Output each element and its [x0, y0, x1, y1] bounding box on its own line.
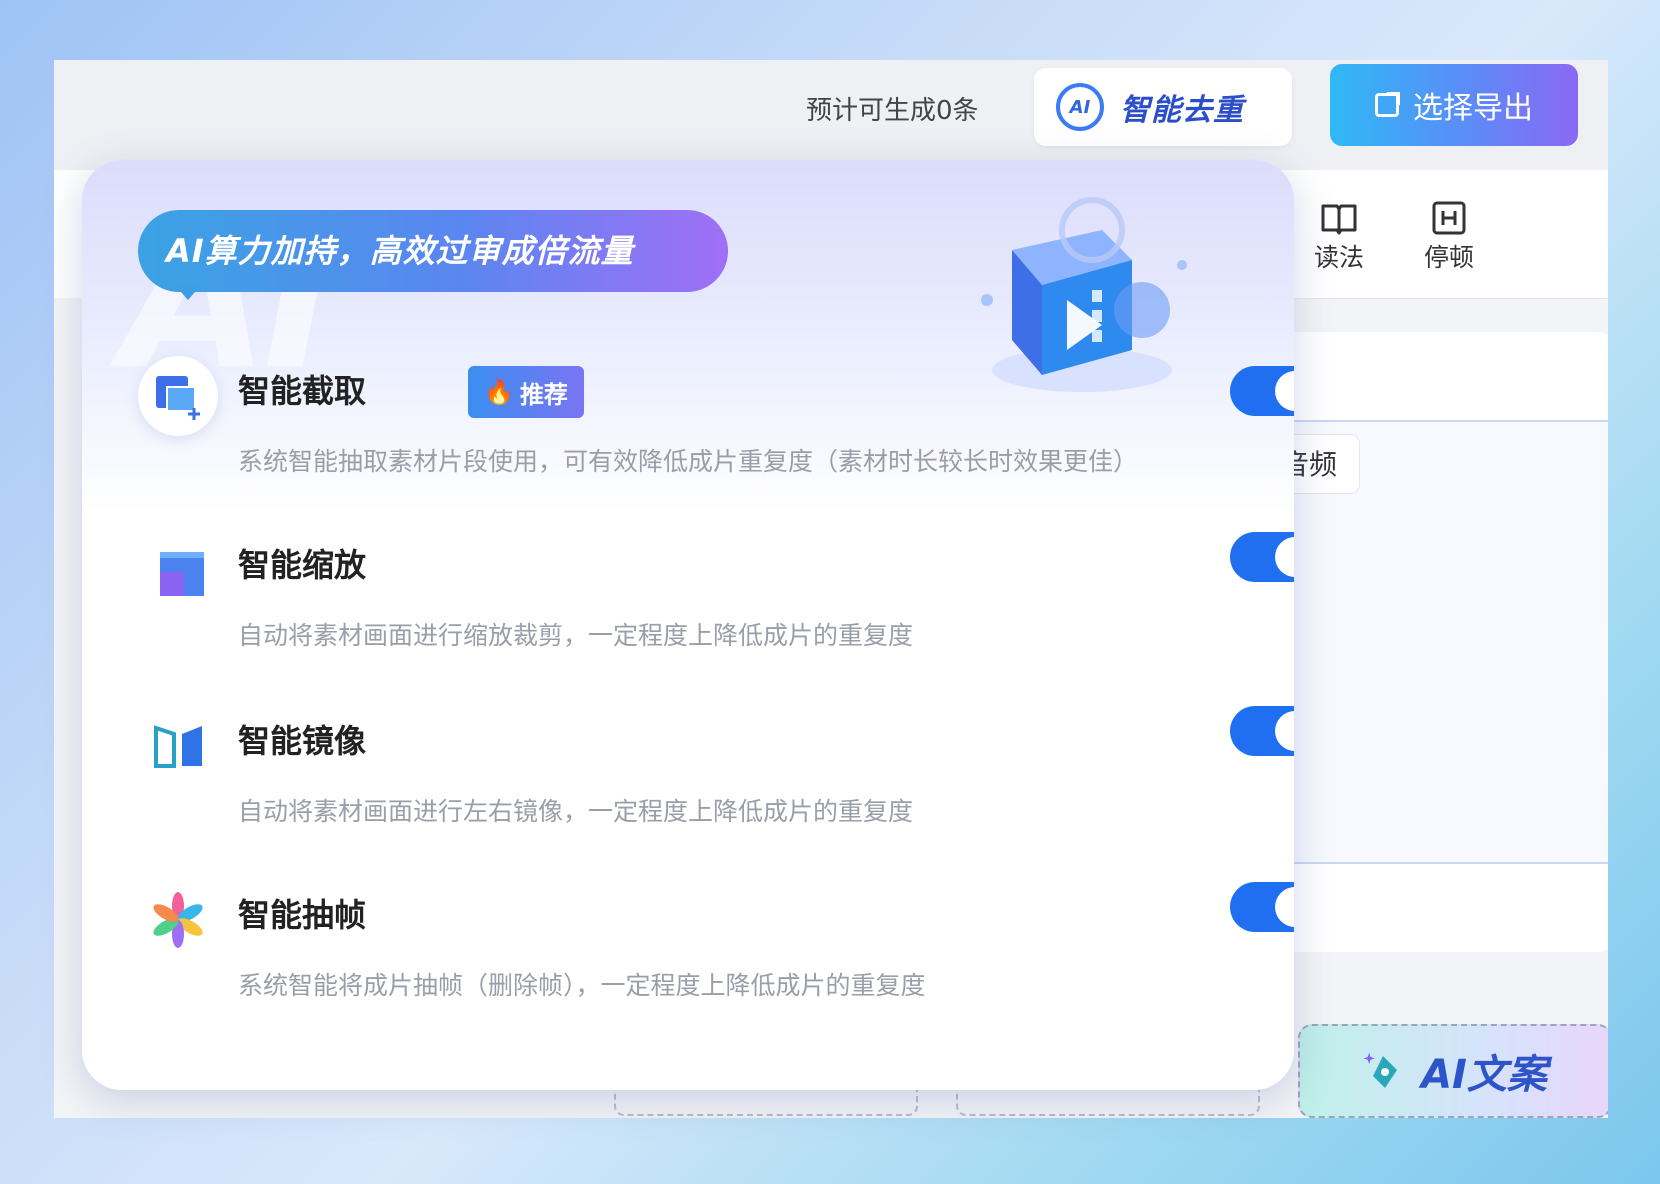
- tool-reading[interactable]: 读法: [1294, 198, 1384, 274]
- recommended-badge: 🔥 推荐: [468, 366, 584, 418]
- toggle-knob: [1275, 371, 1294, 411]
- smart-clip-icon: [138, 356, 218, 436]
- toggle-smart-clip[interactable]: [1230, 366, 1294, 416]
- select-export-label: 选择导出: [1413, 91, 1533, 126]
- tool-pause-label: 停顿: [1423, 243, 1474, 272]
- pause-mark-icon: [1404, 198, 1494, 238]
- toggle-knob: [1275, 711, 1294, 751]
- toggle-knob: [1275, 887, 1294, 927]
- banner-tail: [174, 284, 202, 300]
- recommended-label: 推荐: [519, 380, 568, 409]
- tool-reading-label: 读法: [1313, 243, 1364, 272]
- option-description: 系统智能抽取素材片段使用，可有效降低成片重复度（素材时长较长时效果更佳）: [238, 447, 1139, 476]
- pen-sparkle-icon: [1363, 1050, 1405, 1092]
- smart-dedup-label: 智能去重: [1120, 93, 1244, 128]
- option-smart-mirror: 智能镜像 自动将素材画面进行左右镜像，一定程度上降低成片的重复度: [138, 706, 1294, 846]
- top-bar: 预计可生成0条 AI 智能去重 选择导出: [54, 60, 1608, 170]
- option-description: 系统智能将成片抽帧（删除帧），一定程度上降低成片的重复度: [238, 971, 926, 1000]
- select-export-button[interactable]: 选择导出: [1330, 64, 1578, 146]
- option-description: 自动将素材画面进行缩放裁剪，一定程度上降低成片的重复度: [238, 621, 914, 650]
- toggle-smart-zoom[interactable]: [1230, 532, 1294, 582]
- ai-copywriting-label: AI文案: [1421, 1052, 1547, 1098]
- smart-frame-icon: [138, 880, 218, 960]
- option-title: 智能镜像: [238, 722, 367, 760]
- option-title: 智能缩放: [238, 546, 367, 584]
- promo-banner: AI算力加持，高效过审成倍流量: [138, 210, 728, 292]
- smart-dedup-button[interactable]: AI 智能去重: [1034, 68, 1292, 146]
- tool-pause[interactable]: 停顿: [1404, 198, 1494, 274]
- option-description: 自动将素材画面进行左右镜像，一定程度上降低成片的重复度: [238, 797, 914, 826]
- option-smart-clip: 智能截取 🔥 推荐 系统智能抽取素材片段使用，可有效降低成片重复度（素材时长较长…: [138, 356, 1294, 496]
- smart-mirror-icon: [138, 706, 218, 786]
- option-title: 智能截取: [238, 372, 367, 410]
- option-smart-zoom: 智能缩放 自动将素材画面进行缩放裁剪，一定程度上降低成片的重复度: [138, 530, 1294, 670]
- toggle-smart-frame[interactable]: [1230, 882, 1294, 932]
- toggle-knob: [1275, 537, 1294, 577]
- export-icon: [1375, 92, 1400, 117]
- ai-logo-icon: AI: [1056, 83, 1104, 131]
- option-smart-frame: 智能抽帧 系统智能将成片抽帧（删除帧），一定程度上降低成片的重复度: [138, 880, 1294, 1020]
- smart-dedup-popup: AI AI算力加持，高效过审成倍流量 智能截取 🔥 推荐 系统智能抽取素材片段使…: [82, 160, 1294, 1090]
- toggle-smart-mirror[interactable]: [1230, 706, 1294, 756]
- left-panel: [54, 298, 84, 1118]
- flame-icon: 🔥: [484, 378, 514, 406]
- estimate-count-text: 预计可生成0条: [806, 96, 979, 126]
- option-title: 智能抽帧: [238, 896, 367, 934]
- ai-copywriting-button[interactable]: AI文案: [1298, 1024, 1608, 1118]
- book-icon: [1294, 198, 1384, 238]
- smart-zoom-icon: [138, 530, 218, 610]
